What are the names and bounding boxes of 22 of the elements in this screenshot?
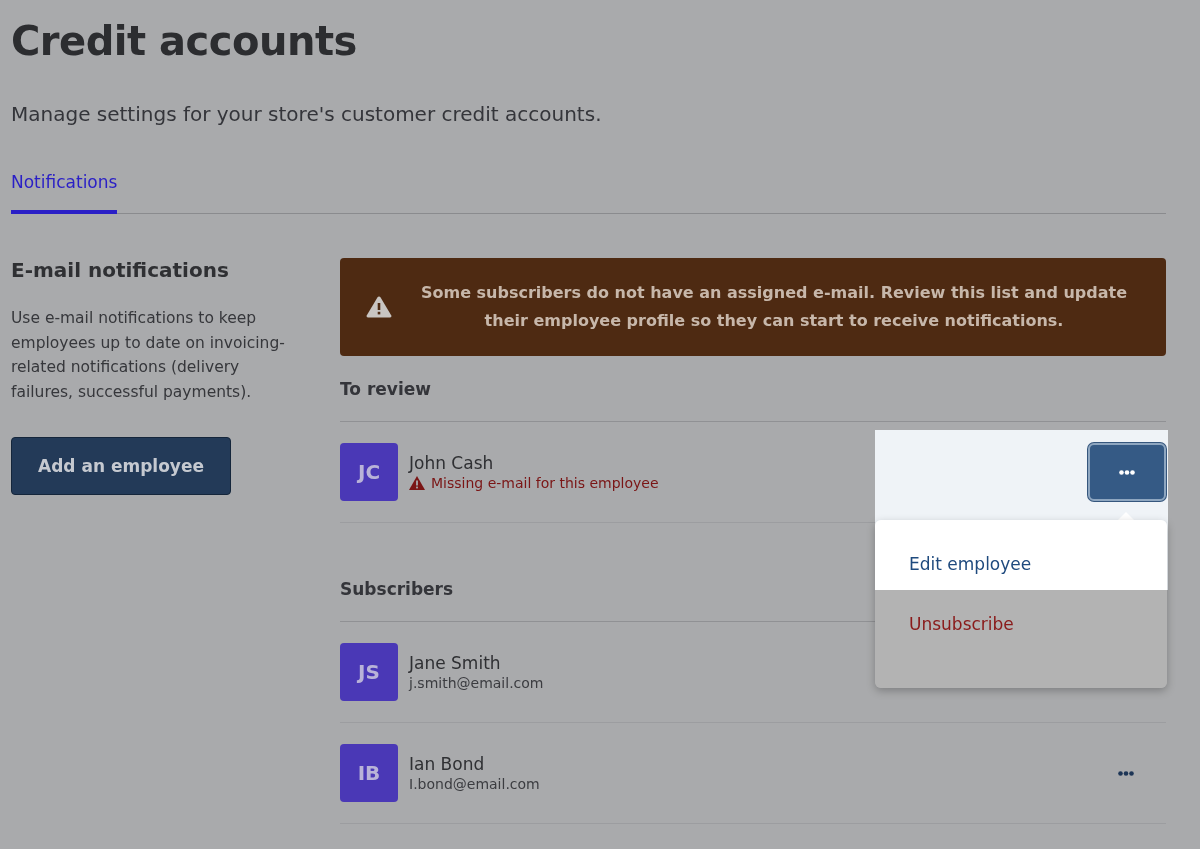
warning-icon — [409, 476, 425, 490]
more-icon — [1119, 469, 1135, 475]
employee-name: Jane Smith — [409, 653, 502, 673]
add-employee-button[interactable]: Add an employee — [11, 437, 231, 495]
menu-item[interactable]: Edit employee — [875, 546, 1066, 582]
more-button[interactable] — [1088, 443, 1166, 501]
group-heading: To review — [340, 356, 1166, 422]
section-description: Use e-mail notifications to keep employees up to date on invoicing-related notifications (delivery failures, successful payments). — [11, 308, 286, 403]
avatar: JC — [340, 443, 398, 501]
more-icon — [1118, 770, 1134, 776]
page-title: Credit accounts — [11, 17, 358, 66]
page-subtitle: Manage settings for your store's customer credit accounts. — [11, 102, 603, 126]
warning-message: Some subscribers do not have an assigned e-mail. Review this list and update their employee profile so they can start to receive notifications. — [419, 282, 1129, 332]
avatar: JS — [340, 643, 398, 701]
employee-name: John Cash — [409, 453, 495, 473]
warning-icon — [366, 296, 392, 318]
employee-email: I.bond@email.com — [409, 776, 541, 792]
employee-email: j.smith@email.com — [409, 675, 545, 691]
section-heading: E-mail notifications — [11, 258, 230, 282]
avatar: IB — [340, 744, 398, 802]
employee-name: Ian Bond — [409, 754, 486, 774]
tab[interactable]: Notifications — [11, 172, 118, 214]
